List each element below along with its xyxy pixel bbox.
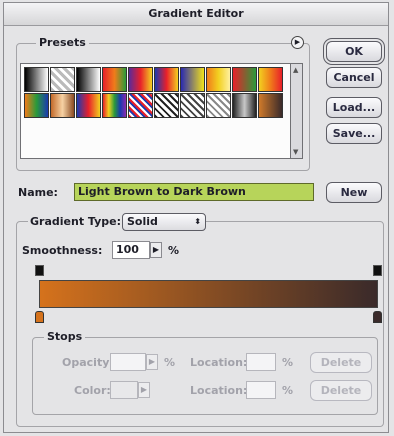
preset-swatch[interactable] (206, 93, 231, 118)
color-stop-left[interactable] (35, 311, 44, 323)
save-button[interactable]: Save... (326, 123, 382, 144)
cancel-button[interactable]: Cancel (326, 67, 382, 88)
opacity-input[interactable] (110, 353, 146, 371)
preset-swatch[interactable] (76, 93, 101, 118)
preset-swatch[interactable] (232, 67, 257, 92)
load-button[interactable]: Load... (326, 97, 382, 118)
preset-swatch[interactable] (76, 67, 101, 92)
smoothness-label: Smoothness: (22, 244, 103, 257)
stop-color-swatch[interactable] (110, 381, 138, 399)
presets-legend: Presets (36, 36, 89, 49)
delete-color-stop-button[interactable]: Delete (310, 380, 372, 401)
stops-group (32, 337, 378, 415)
color-location-label: Location: (190, 384, 248, 397)
updown-arrows-icon: ⬍ (194, 217, 201, 226)
gradient-preview-bar[interactable] (39, 280, 378, 308)
preset-swatch[interactable] (50, 67, 75, 92)
opacity-slider-toggle[interactable]: ▶ (146, 354, 158, 370)
right-triangle-icon: ▶ (294, 38, 301, 46)
preset-swatch[interactable] (24, 67, 49, 92)
preset-swatch[interactable] (102, 93, 127, 118)
color-label: Color: (74, 384, 111, 397)
preset-swatch[interactable] (128, 67, 153, 92)
preset-swatch[interactable] (50, 93, 75, 118)
color-location-input[interactable] (246, 381, 276, 399)
opacity-unit: % (164, 356, 176, 369)
preset-swatch[interactable] (258, 93, 283, 118)
smoothness-input[interactable]: 100 (112, 241, 150, 259)
color-stop-right[interactable] (373, 311, 382, 323)
smoothness-unit: % (168, 244, 180, 257)
smoothness-slider-toggle[interactable]: ▶ (150, 242, 162, 258)
name-label: Name: (18, 186, 58, 199)
preset-swatch[interactable] (180, 93, 205, 118)
opacity-location-unit: % (282, 356, 294, 369)
opacity-label: Opacity: (62, 356, 114, 369)
delete-opacity-stop-button[interactable]: Delete (310, 352, 372, 373)
right-arrow-icon: ▶ (148, 357, 156, 366)
new-button[interactable]: New (326, 182, 382, 203)
preset-swatch[interactable] (154, 67, 179, 92)
window-title: Gradient Editor (4, 3, 388, 26)
opacity-location-input[interactable] (246, 353, 276, 371)
right-arrow-icon: ▶ (152, 245, 160, 254)
preset-swatch[interactable] (24, 93, 49, 118)
preset-swatch[interactable] (102, 67, 127, 92)
preset-swatch[interactable] (232, 93, 257, 118)
opacity-location-label: Location: (190, 356, 248, 369)
right-arrow-icon: ▶ (140, 385, 148, 394)
preset-swatch[interactable] (128, 93, 153, 118)
preset-swatch[interactable] (206, 67, 231, 92)
color-location-unit: % (282, 384, 294, 397)
opacity-stop-left[interactable] (35, 265, 44, 276)
scroll-down-arrow-icon[interactable]: ▼ (293, 148, 298, 156)
preset-swatch[interactable] (258, 67, 283, 92)
preset-swatch[interactable] (180, 67, 205, 92)
gradient-type-select[interactable]: Solid ⬍ (122, 213, 206, 231)
gradient-type-value: Solid (127, 215, 158, 228)
gradient-name-field[interactable]: Light Brown to Dark Brown (74, 183, 314, 201)
presets-scrollbar[interactable]: ▲ ▼ (291, 63, 303, 159)
gradient-type-label: Gradient Type: (28, 215, 124, 228)
stops-legend: Stops (44, 330, 86, 343)
scroll-up-arrow-icon[interactable]: ▲ (293, 66, 298, 74)
color-menu-toggle[interactable]: ▶ (138, 382, 150, 398)
gradient-editor-window: Gradient Editor Presets ▶ ▲ ▼ OK Cancel … (3, 2, 389, 433)
preset-swatch[interactable] (154, 93, 179, 118)
ok-button[interactable]: OK (326, 41, 382, 62)
presets-menu-button[interactable]: ▶ (291, 36, 304, 49)
preset-swatch-grid (20, 63, 291, 159)
opacity-stop-right[interactable] (373, 265, 382, 276)
